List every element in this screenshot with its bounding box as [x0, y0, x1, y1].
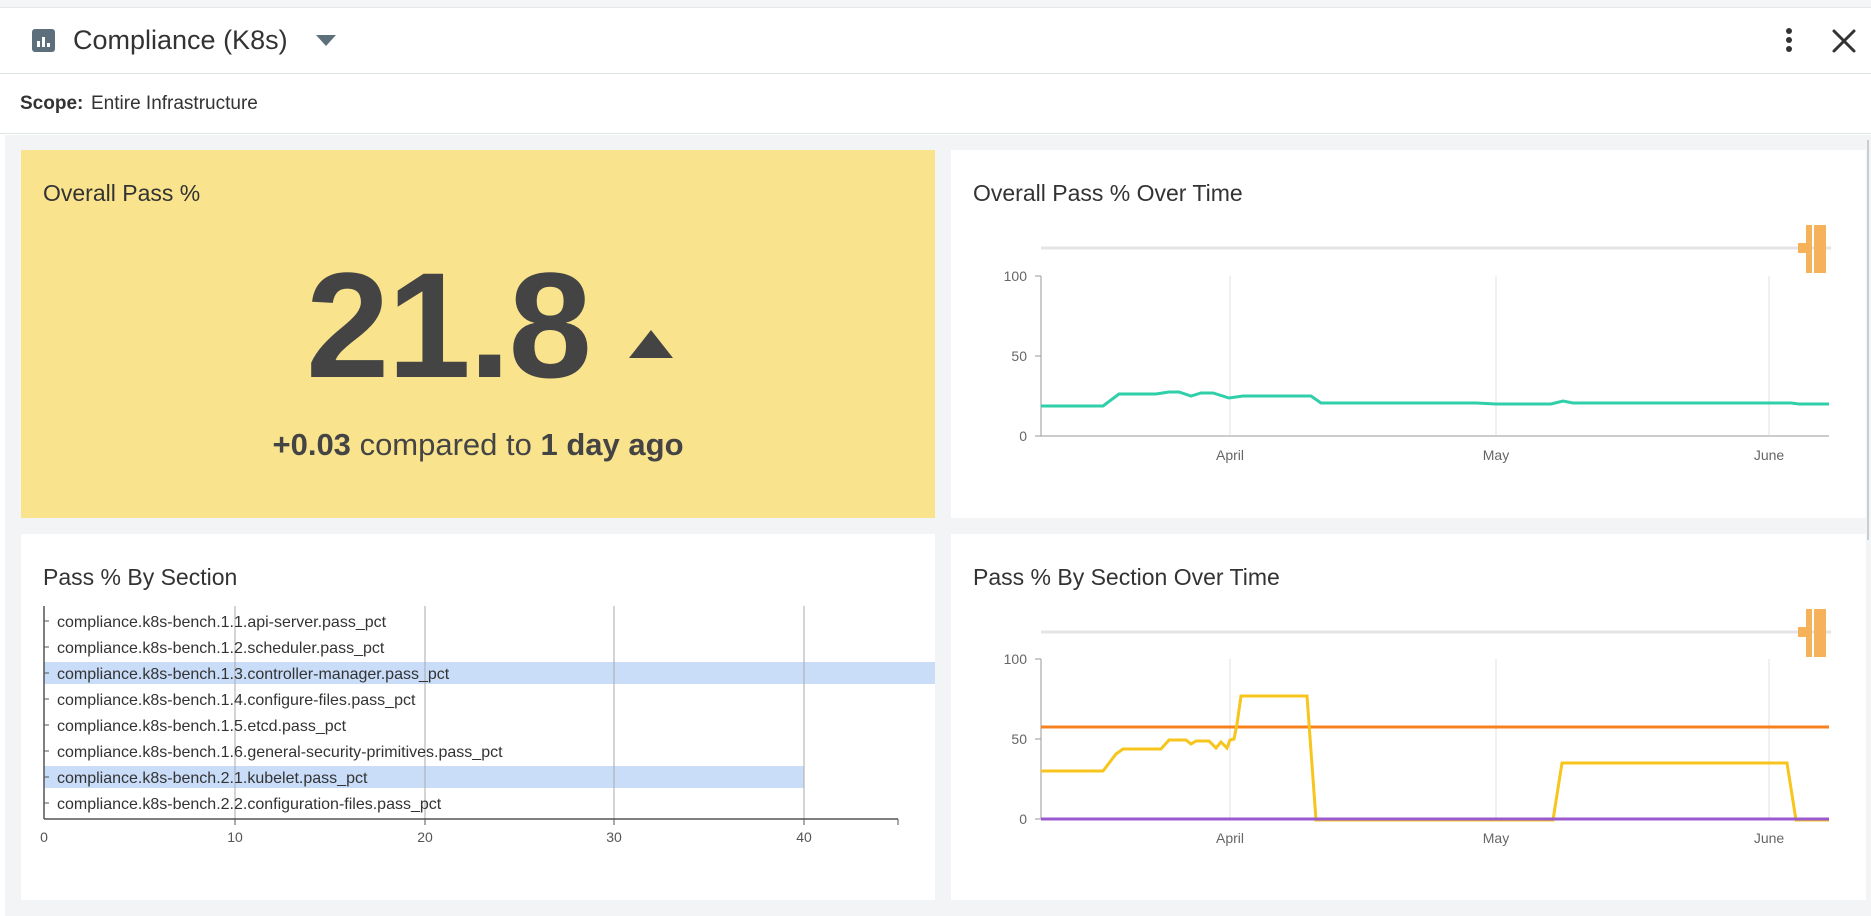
trend-up-icon	[629, 330, 673, 358]
category-label: compliance.k8s-bench.1.5.etcd.pass_pct	[57, 718, 347, 735]
y-tick-label: 100	[1004, 268, 1028, 284]
y-tick-label: 50	[1011, 348, 1027, 364]
top-border	[0, 0, 1871, 8]
x-tick-label: 40	[796, 829, 812, 845]
x-ticks	[234, 819, 899, 825]
x-tick-labels: April May June	[1216, 830, 1784, 846]
y-tick-label: 50	[1011, 731, 1027, 747]
timeseries-chart-2: 100 50 0 April May June	[1004, 609, 1831, 846]
category-label: compliance.k8s-bench.2.1.kubelet.pass_pc…	[57, 770, 368, 787]
x-tick-label: 10	[227, 829, 243, 845]
y-tick-labels: 100 50 0	[1004, 268, 1028, 444]
scope-bar: Scope: Entire Infrastructure	[0, 74, 1871, 134]
y-tick-label: 100	[1004, 651, 1028, 667]
x-tick-label: May	[1483, 447, 1509, 463]
more-options-icon[interactable]	[1780, 28, 1798, 58]
x-tick-labels: April May June	[1216, 447, 1784, 463]
timeseries-chart-1: 100 50 0 April May June	[1004, 225, 1831, 463]
category-label: compliance.k8s-bench.1.3.controller-mana…	[57, 666, 450, 683]
category-label: compliance.k8s-bench.1.4.configure-files…	[57, 692, 416, 709]
category-label: compliance.k8s-bench.1.1.api-server.pass…	[57, 614, 387, 631]
category-label: compliance.k8s-bench.1.6.general-securit…	[57, 744, 503, 761]
x-tick-label: June	[1754, 830, 1785, 846]
left-strip	[0, 135, 5, 916]
dashboard-header: Compliance (K8s)	[0, 8, 1871, 74]
time-brush-handle[interactable]	[1798, 225, 1826, 273]
dashboard-title-wrap: Compliance (K8s)	[32, 24, 336, 56]
x-tick-label: April	[1216, 447, 1244, 463]
x-tick-labels: 0 10 20 30 40	[40, 829, 812, 845]
chevron-down-icon[interactable]	[315, 34, 336, 46]
bar-chart: compliance.k8s-bench.1.1.api-server.pass…	[40, 606, 935, 845]
x-tick-label: June	[1754, 447, 1785, 463]
gridlines	[1229, 276, 1770, 435]
time-brush-handle[interactable]	[1798, 609, 1826, 657]
dashboard-icon	[32, 28, 55, 52]
x-tick-label: 0	[40, 829, 48, 845]
close-icon[interactable]	[1829, 26, 1859, 56]
category-label: compliance.k8s-bench.2.2.configuration-f…	[57, 796, 442, 813]
x-tick-label: April	[1216, 830, 1244, 846]
series-line-overall-pass[interactable]	[1041, 390, 1829, 408]
scrollbar[interactable]	[1867, 140, 1869, 540]
y-ticks	[1035, 658, 1041, 820]
dashboard-title: Compliance (K8s)	[73, 25, 288, 55]
x-tick-label: 20	[417, 829, 433, 845]
y-tick-labels: 100 50 0	[1004, 651, 1028, 827]
panel-title: Overall Pass %	[43, 180, 201, 206]
pass-by-section-panel[interactable]: Pass % By Section compliance.k8s-bench.1…	[21, 534, 935, 900]
comparison-text: +0.03 compared to 1 day ago	[21, 427, 935, 463]
scope-label: Scope:	[20, 93, 84, 114]
y-tick-label: 0	[1019, 428, 1027, 444]
scope-value[interactable]: Entire Infrastructure	[91, 93, 258, 115]
x-tick-label: May	[1483, 830, 1509, 846]
compare-label: compared to	[359, 427, 532, 462]
compare-period: 1 day ago	[540, 427, 684, 462]
y-ticks	[1035, 275, 1041, 437]
overall-pass-panel[interactable]: Overall Pass % 21.8 +0.03 compared to 1 …	[21, 150, 935, 518]
category-label: compliance.k8s-bench.1.2.scheduler.pass_…	[57, 640, 385, 657]
overall-pass-over-time-panel[interactable]: Overall Pass % Over Time 100 50 0 April …	[951, 150, 1866, 518]
overall-pass-value: 21.8	[306, 241, 592, 409]
series-line-gold[interactable]	[1041, 694, 1829, 822]
x-tick-label: 30	[606, 829, 622, 845]
pass-by-section-over-time-panel[interactable]: Pass % By Section Over Time 100 50 0 Apr…	[951, 534, 1866, 900]
delta-value: +0.03	[272, 427, 351, 462]
y-tick-label: 0	[1019, 811, 1027, 827]
